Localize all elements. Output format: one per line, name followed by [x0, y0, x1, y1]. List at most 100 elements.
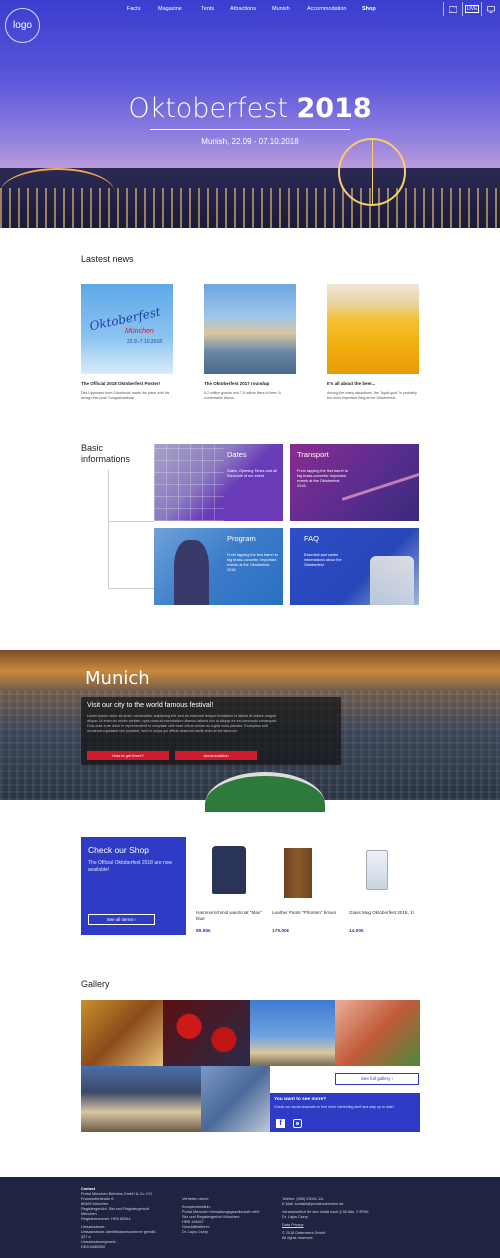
tile-title: Program	[227, 534, 256, 543]
munich-panel-text: Lorem ipsum dolor sit amet, consectetur …	[87, 714, 277, 733]
footer-text: Vertreten durch:	[182, 1197, 210, 1201]
news-image-roundup[interactable]	[204, 284, 296, 374]
language-label: LIVE	[464, 5, 480, 13]
gallery-photo-pretzels[interactable]	[81, 1000, 163, 1066]
beer-mug-image	[370, 556, 414, 605]
info-heading: Basic informations	[81, 443, 130, 465]
facebook-icon[interactable]: f	[276, 1119, 285, 1128]
product-price: 179.00€	[272, 929, 290, 934]
product-image-leather-pants[interactable]	[284, 848, 312, 898]
product-price: 14.00€	[349, 929, 364, 934]
light-trail-image	[341, 470, 419, 501]
info-heading-line-2: informations	[81, 454, 131, 464]
nav-accommodation[interactable]: Accommodation	[307, 6, 346, 12]
product-image-waistcoat[interactable]	[212, 846, 246, 894]
footer: Contact Portal München Betriebs-GmbH & C…	[0, 1177, 500, 1258]
footer-rights: All rights reserved.	[282, 1236, 314, 1240]
hero-subtitle: Munish, 22.09 - 07.10.2018	[201, 137, 299, 146]
product-name[interactable]: Glass Mug Oktoberfest 2018, 1l	[349, 910, 419, 916]
roller-coaster-image	[0, 168, 115, 218]
nav-shop[interactable]: Shop	[362, 6, 376, 12]
product-image-glass-mug[interactable]	[366, 850, 388, 890]
chevron-right-icon: ›	[391, 1076, 394, 1081]
info-connector-line	[108, 470, 109, 588]
gallery-photo-parade[interactable]	[81, 1066, 201, 1132]
directions-button[interactable]: How to get there?	[87, 751, 169, 760]
data-privacy-link[interactable]: Data Privacy	[282, 1223, 382, 1228]
see-full-gallery-button[interactable]: See full gallery ›	[335, 1073, 419, 1085]
info-connector-line	[108, 588, 154, 589]
tile-text: Dates, Opening Times and all Schedule of…	[227, 469, 277, 478]
tile-text: From tapping the first barrel to big bra…	[227, 553, 278, 572]
header-icon-bar: LIVE	[443, 2, 500, 16]
product-price: 89.95€	[196, 929, 211, 934]
hero-title-year: 2018	[296, 93, 372, 124]
footer-email[interactable]: E-Mail: kontakt@portalmuenchen.de	[282, 1202, 382, 1207]
footer-contact-column: Contact Portal München Betriebs-GmbH & C…	[81, 1187, 161, 1250]
hero-title-light: Oktoberfest	[128, 93, 297, 124]
news-image-beer[interactable]	[327, 284, 419, 374]
news-title[interactable]: It's all about the beer...	[327, 381, 419, 386]
tile-text: From tapping the first barrel to big bra…	[297, 469, 348, 488]
info-connector-line	[108, 521, 154, 522]
nav-attractions[interactable]: Attractions	[230, 6, 256, 12]
instagram-icon[interactable]	[293, 1119, 302, 1128]
poster-city: München	[125, 328, 154, 335]
gallery-photo-waitress[interactable]	[335, 1000, 420, 1066]
see-all-items-button[interactable]: See all items! ›	[88, 914, 155, 925]
news-title[interactable]: The Official 2018 Oktoberfest Poster!	[81, 381, 173, 386]
news-text: Dirk Lippmann from Dürwbrook made the pl…	[81, 391, 170, 400]
tile-title: Transport	[297, 450, 329, 459]
social-title: You want to see more?	[274, 1097, 327, 1102]
gallery-heading: Gallery	[81, 979, 110, 989]
ferris-wheel-image	[338, 138, 406, 206]
munich-panel: Visit our city to the world famous festi…	[81, 697, 341, 765]
gallery-photo-costume[interactable]	[201, 1066, 270, 1132]
news-text: Among the many attractions, the "liquid …	[327, 391, 417, 400]
munich-panel-title: Visit our city to the world famous festi…	[87, 702, 214, 709]
product-name[interactable]: Leather Pants "Pfronten" brown	[272, 910, 342, 916]
tile-program[interactable]: Program From tapping the first barrel to…	[154, 528, 283, 605]
news-image-poster[interactable]: Oktoberfest München 22.9.-7.10.2018	[81, 284, 173, 374]
nav-magazine[interactable]: Magazine	[158, 6, 182, 12]
site-logo[interactable]: logo	[5, 8, 40, 43]
monitor-icon[interactable]	[481, 2, 500, 16]
news-heading: Lastest news	[81, 254, 134, 264]
tile-text: Essential and useful informations about …	[304, 553, 342, 567]
shop-title: Check our Shop	[88, 845, 149, 855]
gallery-photo-candy-apples[interactable]	[163, 1000, 250, 1066]
footer-text: Dr. Lajos Csery	[282, 1215, 308, 1219]
see-full-gallery-label: See full gallery	[360, 1076, 391, 1081]
shop-box: Check our Shop The Official Oktoberfest …	[81, 837, 186, 935]
accommodation-button[interactable]: Accomodation	[175, 751, 257, 760]
nav-munish[interactable]: Munish	[272, 6, 290, 12]
hero-title: Oktoberfest 2018	[0, 93, 500, 124]
tile-title: FAQ	[304, 534, 320, 543]
info-heading-line-1: Basic	[81, 443, 104, 453]
product-name[interactable]: Hammerschmid waistcoat "Max" blue	[196, 910, 266, 922]
munich-title: Munich	[85, 668, 150, 689]
gallery-photo-ride[interactable]	[250, 1000, 335, 1066]
chevron-right-icon: ›	[134, 917, 137, 922]
footer-representation-column: Vertreten durch: Komplementärin: Portal …	[182, 1197, 262, 1235]
hero-divider	[150, 129, 350, 130]
crowd-image	[174, 540, 209, 605]
nav-facts[interactable]: Facts	[127, 6, 140, 12]
news-title[interactable]: The Oktoberfest 2017 roundup	[204, 381, 296, 386]
language-icon[interactable]: LIVE	[462, 2, 481, 16]
footer-text: Registernummer: HRA 80544	[81, 1217, 131, 1221]
social-text: Check our social channels to find more i…	[274, 1105, 394, 1109]
nav-tents[interactable]: Tents	[201, 6, 214, 12]
see-all-items-label: See all items!	[106, 917, 134, 922]
news-text: 6.2 million guests and 7.5 million liter…	[204, 391, 281, 400]
calendar-image	[154, 444, 224, 521]
poster-dates: 22.9.-7.10.2018	[127, 339, 163, 345]
map-icon[interactable]	[443, 2, 462, 16]
tile-faq[interactable]: FAQ Essential and useful informations ab…	[290, 528, 419, 605]
tile-transport[interactable]: Transport From tapping the first barrel …	[290, 444, 419, 521]
footer-contact-info-column: Telefon: (089) 23001-111 E-Mail: kontakt…	[282, 1197, 382, 1241]
footer-text: Registergericht: Sitz und Registergerich…	[81, 1207, 149, 1216]
footer-text: Umsatzsteuer-Identifikationsnummer gemäß…	[81, 1230, 156, 1239]
footer-text: Dr. Lajos Csery	[182, 1230, 208, 1234]
tile-dates[interactable]: Dates Dates, Opening Times and all Sched…	[154, 444, 283, 521]
